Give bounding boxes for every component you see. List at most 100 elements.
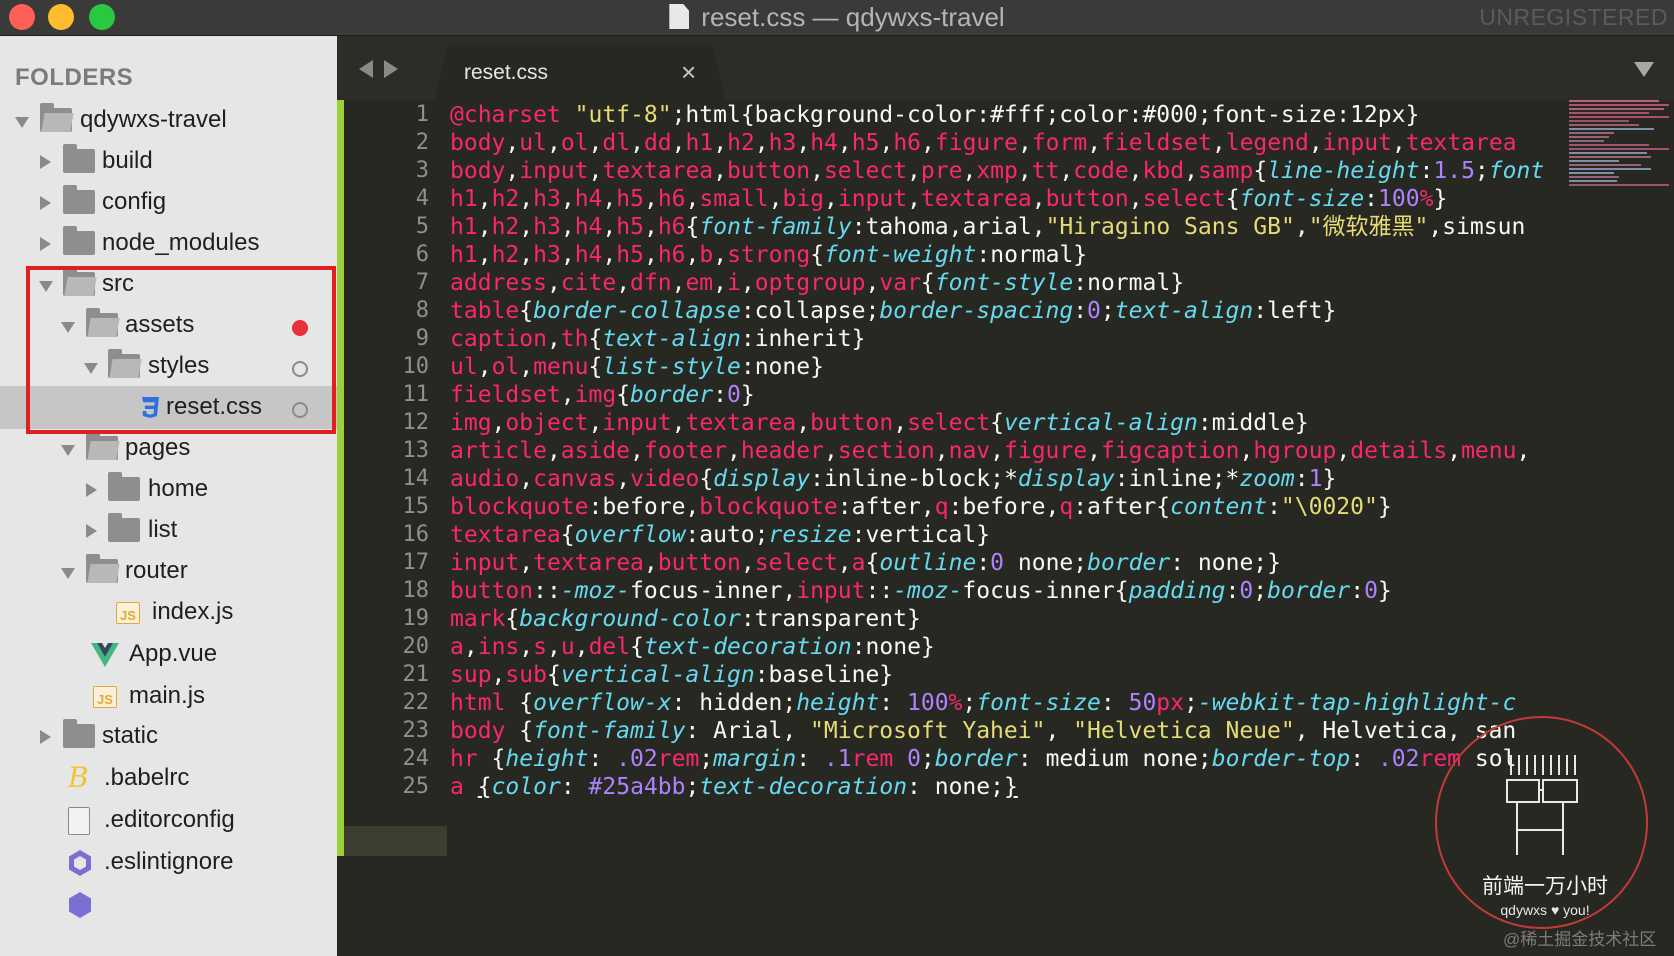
- folder-open-icon: [63, 267, 95, 296]
- tree-item-label: build: [102, 147, 153, 174]
- tab-nav-left-icon[interactable]: [359, 60, 373, 78]
- eslint-icon: [69, 892, 91, 918]
- disclosure-right-icon[interactable]: [40, 730, 51, 744]
- tree-item-label: App.vue: [129, 640, 218, 667]
- tree-item-reset-css[interactable]: reset.css: [0, 386, 337, 429]
- line-number: 22: [402, 690, 430, 715]
- tree-item-label: router: [125, 557, 188, 584]
- modified-indicator: [292, 320, 308, 336]
- disclosure-right-icon[interactable]: [40, 196, 51, 210]
- tree-item-main-js[interactable]: JS main.js: [0, 675, 337, 718]
- folder-open-icon: [108, 349, 140, 378]
- tree-item-label: static: [102, 722, 159, 749]
- tree-item-babelrc[interactable]: B .babelrc: [0, 757, 337, 800]
- tree-item-build[interactable]: build: [0, 140, 337, 183]
- tree-item-app-vue[interactable]: App.vue: [0, 633, 337, 676]
- tree-item-src[interactable]: src: [0, 263, 337, 306]
- tree-item-static[interactable]: static: [0, 715, 337, 758]
- folder-open-icon: [86, 308, 118, 337]
- tree-item-styles[interactable]: styles: [0, 345, 337, 388]
- code-line: table{border-collapse:collapse;border-sp…: [450, 298, 1337, 324]
- disclosure-right-icon[interactable]: [86, 483, 97, 497]
- code-line: mark{background-color:transparent}: [450, 606, 921, 632]
- line-number: 10: [402, 354, 430, 379]
- code-line: a {color: #25a4bb;text-decoration: none;…: [450, 774, 1018, 800]
- tree-item-index-js[interactable]: JS index.js: [0, 591, 337, 634]
- tree-item-partial[interactable]: [0, 883, 337, 926]
- folder-icon: [63, 144, 95, 173]
- file-icon: [68, 807, 90, 835]
- tab-nav-right-icon[interactable]: [384, 60, 398, 78]
- tree-item-assets[interactable]: assets: [0, 304, 337, 347]
- code-line: address,cite,dfn,em,i,optgroup,var{font-…: [450, 270, 1185, 296]
- tree-item-label: node_modules: [102, 229, 260, 256]
- folder-icon: [63, 226, 95, 255]
- line-number: 24: [402, 746, 430, 771]
- tree-item-label: styles: [148, 352, 210, 379]
- code-line: h1,h2,h3,h4,h5,h6,small,big,input,textar…: [450, 186, 1448, 212]
- code-line: html {overflow-x: hidden;height: 100%;fo…: [450, 690, 1517, 716]
- disclosure-right-icon[interactable]: [86, 524, 97, 538]
- code-line: body {font-family: Arial, "Microsoft Yah…: [450, 718, 1517, 744]
- tree-item-label: .eslintignore: [104, 848, 234, 875]
- code-line: caption,th{text-align:inherit}: [450, 326, 866, 352]
- tab-bar: reset.css ×: [337, 36, 1674, 100]
- tree-item-list[interactable]: list: [0, 509, 337, 552]
- disclosure-right-icon[interactable]: [40, 237, 51, 251]
- minimap[interactable]: [1569, 100, 1674, 195]
- watermark-figure-icon: [1506, 755, 1578, 855]
- line-number: 3: [415, 158, 429, 183]
- tree-item-label: src: [102, 270, 134, 297]
- code-line: a,ins,s,u,del{text-decoration:none}: [450, 634, 935, 660]
- tree-item-home[interactable]: home: [0, 468, 337, 511]
- tree-item-pages[interactable]: pages: [0, 427, 337, 470]
- git-modified-gutter: [337, 100, 344, 856]
- vue-icon: [91, 643, 119, 667]
- tree-item-editorconfig[interactable]: .editorconfig: [0, 799, 337, 842]
- tree-item-node-modules[interactable]: node_modules: [0, 222, 337, 265]
- tree-item-label: home: [148, 475, 209, 502]
- line-number: 6: [415, 242, 429, 267]
- tree-item-label: .babelrc: [104, 764, 190, 791]
- disclosure-down-icon[interactable]: [39, 281, 53, 292]
- code-line: sup,sub{vertical-align:baseline}: [450, 662, 894, 688]
- code-line: input,textarea,button,select,a{outline:0…: [450, 550, 1281, 576]
- disclosure-down-icon[interactable]: [61, 445, 75, 456]
- title-bar: reset.css — qdywxs-travel UNREGISTERED: [0, 0, 1674, 36]
- code-line: article,aside,footer,header,section,nav,…: [450, 438, 1531, 464]
- disclosure-down-icon[interactable]: [84, 363, 98, 374]
- code-line: hr {height: .02rem;margin: .1rem 0;borde…: [450, 746, 1517, 772]
- unregistered-label: UNREGISTERED: [1479, 4, 1668, 30]
- disclosure-down-icon[interactable]: [61, 322, 75, 333]
- tab-close-icon[interactable]: ×: [681, 57, 696, 88]
- tab-reset-css[interactable]: reset.css ×: [435, 45, 725, 100]
- disclosure-down-icon[interactable]: [15, 117, 29, 128]
- code-line: fieldset,img{border:0}: [450, 382, 755, 408]
- line-number: 18: [402, 578, 430, 603]
- line-number: 13: [402, 438, 430, 463]
- line-number: 12: [402, 410, 430, 435]
- line-number: 11: [402, 382, 430, 407]
- status-ring-indicator: [292, 402, 308, 418]
- watermark-title: 前端一万小时: [1482, 875, 1608, 898]
- tree-item-eslintignore[interactable]: .eslintignore: [0, 841, 337, 884]
- code-line: audio,canvas,video{display:inline-block;…: [450, 466, 1337, 492]
- folder-open-icon: [86, 554, 118, 583]
- tree-item-router[interactable]: router: [0, 550, 337, 593]
- line-number: 25: [402, 774, 430, 799]
- folder-icon: [63, 185, 95, 214]
- line-number: 4: [415, 186, 429, 211]
- code-line: ul,ol,menu{list-style:none}: [450, 354, 824, 380]
- tree-item-qdywxs-travel[interactable]: qdywxs-travel: [0, 99, 337, 142]
- folder-icon: [108, 513, 140, 542]
- disclosure-down-icon[interactable]: [61, 568, 75, 579]
- line-number: 1: [415, 102, 429, 127]
- tab-menu-chevron-down-icon[interactable]: [1634, 62, 1654, 77]
- disclosure-right-icon[interactable]: [40, 155, 51, 169]
- line-number: 8: [415, 298, 429, 323]
- code-line: button::-moz-focus-inner,input::-moz-foc…: [450, 578, 1392, 604]
- code-area[interactable]: @charset "utf-8";html{background-color:#…: [450, 100, 1569, 956]
- tab-label: reset.css: [464, 61, 549, 84]
- tree-item-config[interactable]: config: [0, 181, 337, 224]
- code-line: @charset "utf-8";html{background-color:#…: [450, 102, 1420, 128]
